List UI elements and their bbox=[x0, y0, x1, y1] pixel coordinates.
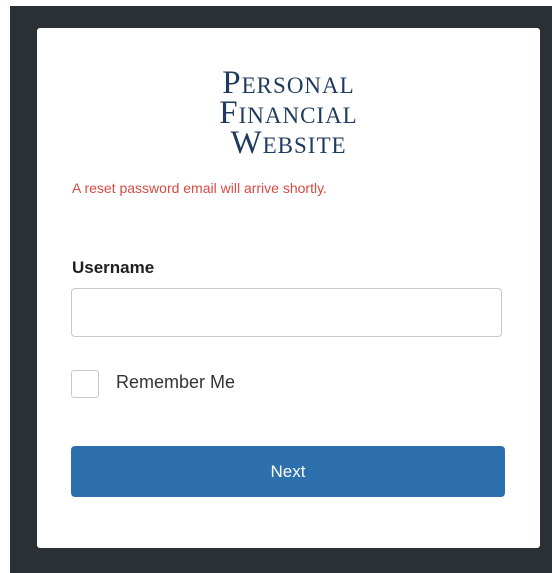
login-card: Personal Financial Website A reset passw… bbox=[37, 28, 540, 548]
next-button[interactable]: Next bbox=[71, 446, 505, 497]
username-label: Username bbox=[72, 258, 155, 277]
username-input[interactable] bbox=[71, 288, 502, 337]
remember-me-label[interactable]: Remember Me bbox=[116, 372, 235, 393]
logo-line-3: Website bbox=[230, 125, 347, 161]
remember-me-checkbox[interactable] bbox=[71, 370, 99, 398]
reset-password-message: A reset password email will arrive short… bbox=[72, 180, 327, 196]
site-logo: Personal Financial Website bbox=[37, 65, 540, 161]
logo-line-1: Personal bbox=[222, 65, 355, 101]
logo-line-2: Financial bbox=[219, 95, 358, 131]
